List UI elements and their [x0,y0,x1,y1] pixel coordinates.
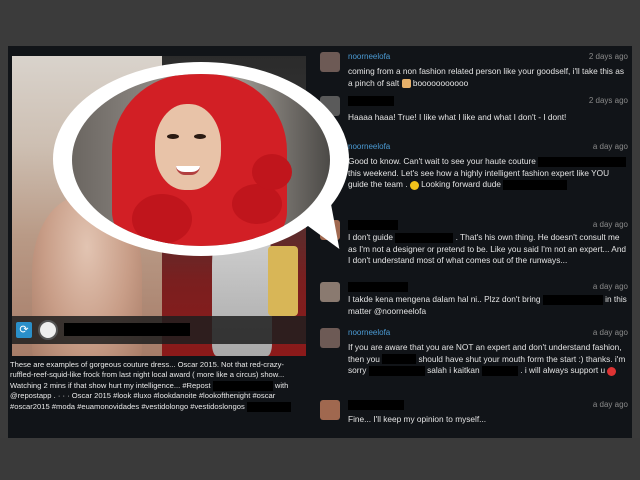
redacted-username [348,282,408,292]
instagram-screenshot-panel: ⟳ These are examples of gorgeous couture… [8,46,632,438]
comment-item: 2 days ago Haaaa haaa! True! I like what… [314,96,632,136]
comments-list: noorneelofa 2 days ago coming from a non… [314,46,632,438]
comment-text: coming from a non fashion related person… [348,66,630,89]
comment-username[interactable]: noorneelofa [348,142,390,151]
redacted-username [348,220,398,230]
ruffle [232,184,282,224]
ruffle [252,154,292,190]
comment-body: Good to know. Can't wait to see your hau… [348,156,536,166]
comment-text: Good to know. Can't wait to see your hau… [348,156,630,191]
comment-timestamp: a day ago [592,142,628,151]
redaction [382,354,417,365]
redaction [503,180,568,190]
redaction [212,380,273,391]
oscar-statue [268,246,298,316]
redaction [542,294,603,305]
redaction [368,366,425,376]
comment-timestamp: 2 days ago [588,52,628,61]
post-caption: These are examples of gorgeous couture d… [8,360,308,412]
comment-item: a day ago I don't guide . That's his own… [314,220,632,276]
comment-avatar[interactable] [320,52,340,72]
redaction [481,366,518,376]
smiley-icon [409,180,419,190]
comment-body: I don't guide [348,232,393,242]
face [155,104,221,190]
comment-text: I takde kena mengena dalam hal ni.. Plzz… [348,294,630,317]
comment-text: Haaaa haaa! True! I like what I like and… [348,112,567,122]
comment-timestamp: a day ago [592,328,628,337]
comment-timestamp: a day ago [592,282,628,291]
comment-timestamp: a day ago [592,220,628,229]
comment-body: Looking forward dude [421,179,501,190]
comment-item: noorneelofa a day ago If you are aware t… [314,328,632,394]
comment-timestamp: a day ago [592,400,628,409]
comment-avatar[interactable] [320,400,340,420]
comment-body: coming from a non fashion related person… [348,66,624,88]
right-eye [194,134,206,139]
comment-avatar[interactable] [320,282,340,302]
comment-item: a day ago Fine... I'll keep my opinion t… [314,400,632,436]
redacted-username [348,400,404,410]
comment-item: noorneelofa a day ago Good to know. Can'… [314,142,632,208]
comment-body: salah i kaitkan [427,365,480,376]
left-eye [167,134,179,139]
comment-suffix: booooooooooo [412,77,469,88]
redacted-username [64,323,190,336]
comment-text: Fine... I'll keep my opinion to myself..… [348,414,487,424]
redaction [538,156,627,167]
comment-text: If you are aware that you are NOT an exp… [348,342,630,377]
ruffle [132,194,192,244]
comment-body: I takde kena mengena dalam hal ni.. Plzz… [348,294,541,304]
comment-item: a day ago I takde kena mengena dalam hal… [314,282,632,322]
comment-timestamp: 2 days ago [588,96,628,105]
heart-icon [607,366,617,376]
comment-username[interactable]: noorneelofa [348,52,390,61]
comment-avatar[interactable] [320,328,340,348]
redaction [246,401,291,412]
repost-avatar[interactable] [38,320,58,340]
redacted-username [348,96,394,106]
caption-repost-prefix: with [274,380,289,390]
repost-icon[interactable]: ⟳ [16,322,32,338]
bottom-bar [0,438,640,480]
caption-tags-1: . · · · Oscar 2015 #look #luxo [53,391,152,401]
comment-item: noorneelofa 2 days ago coming from a non… [314,52,632,102]
comment-username[interactable]: noorneelofa [348,328,390,337]
redaction [395,232,454,243]
bubble-portrait-photo [72,74,330,246]
caption-tags-3: #vestidolongo #vestidoslongos [141,401,245,411]
comment-body: . i will always support u [520,365,606,376]
comment-text: I don't guide . That's his own thing. He… [348,232,630,267]
caption-repost-app[interactable]: @repostapp [10,391,51,400]
thumbs-down-icon [401,78,411,88]
